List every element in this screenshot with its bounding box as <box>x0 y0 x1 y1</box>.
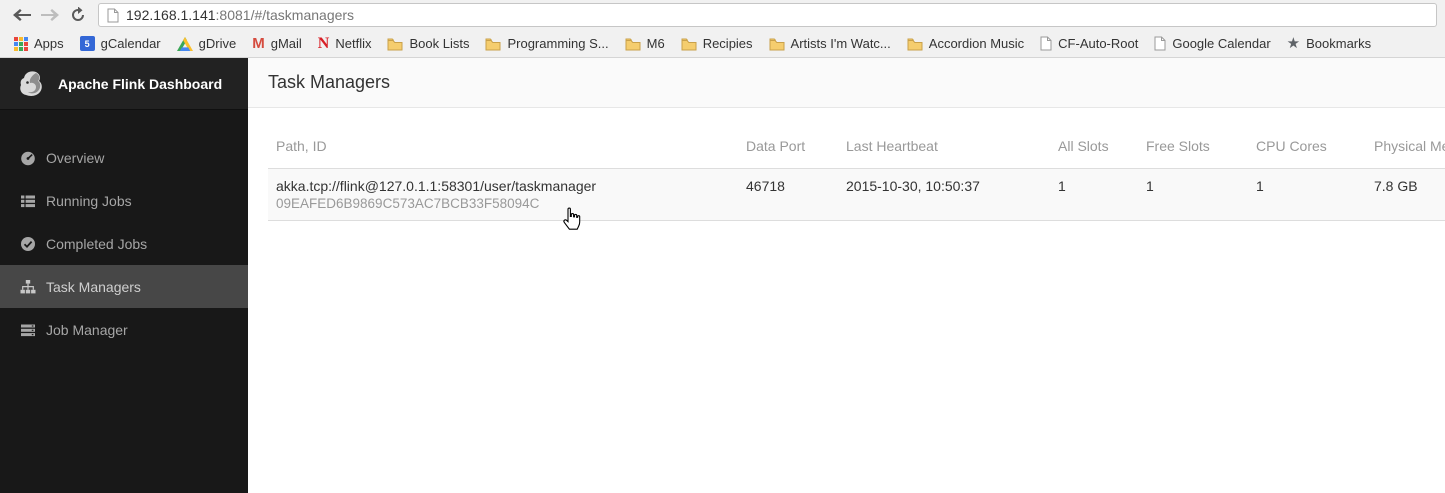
taskmanagers-table: Path, ID Data Port Last Heartbeat All Sl… <box>268 128 1445 221</box>
netflix-icon: N <box>317 34 330 52</box>
column-header-path-id: Path, ID <box>268 128 738 169</box>
cell-path-id: akka.tcp://flink@127.0.1.1:58301/user/ta… <box>268 168 738 221</box>
bookmark-label: Bookmarks <box>1306 36 1372 51</box>
bookmark-label: Book Lists <box>409 36 470 51</box>
sidebar-item-task-managers[interactable]: Task Managers <box>0 265 248 308</box>
sitemap-icon <box>20 279 36 295</box>
bookmark-label: Google Calendar <box>1172 36 1271 51</box>
reload-button[interactable] <box>64 2 92 28</box>
check-circle-icon <box>20 236 36 252</box>
bookmark-item-gmail[interactable]: M gMail <box>244 33 310 54</box>
column-header-physical-memory: Physical Memory <box>1366 128 1445 169</box>
bookmark-item-folder[interactable]: Programming S... <box>477 33 616 54</box>
bookmark-item-page[interactable]: Google Calendar <box>1146 33 1278 54</box>
folder-icon <box>485 38 501 50</box>
server-icon <box>20 322 36 338</box>
page-title: Task Managers <box>268 72 391 92</box>
sidebar-item-job-manager[interactable]: Job Manager <box>0 308 248 351</box>
bookmark-item-netflix[interactable]: N Netflix <box>310 33 380 55</box>
cell-free-slots: 1 <box>1138 168 1248 221</box>
address-bar[interactable]: 192.168.1.141:8081/#/taskmanagers <box>98 3 1437 27</box>
sidebar: Apache Flink Dashboard Overview Running … <box>0 58 248 493</box>
gmail-icon: M <box>252 35 265 52</box>
column-header-cpu-cores: CPU Cores <box>1248 128 1366 169</box>
sidebar-item-running-jobs[interactable]: Running Jobs <box>0 179 248 222</box>
reload-icon <box>72 7 84 21</box>
column-header-data-port: Data Port <box>738 128 838 169</box>
app-title: Apache Flink Dashboard <box>58 75 223 92</box>
page-icon <box>1154 36 1166 51</box>
bookmarks-bar: Apps 5 gCalendar gDrive M gMail N Netfli… <box>0 30 1445 58</box>
bookmark-item-folder[interactable]: Artists I'm Watc... <box>761 33 899 54</box>
bookmark-label: Programming S... <box>507 36 609 51</box>
dashboard-icon <box>20 150 36 166</box>
sidebar-item-completed-jobs[interactable]: Completed Jobs <box>0 222 248 265</box>
bookmark-item-page[interactable]: CF-Auto-Root <box>1032 33 1146 54</box>
bookmark-label: Artists I'm Watc... <box>790 36 891 51</box>
google-drive-icon <box>176 36 193 51</box>
bookmark-label: gDrive <box>198 36 237 51</box>
taskmanager-row[interactable]: akka.tcp://flink@127.0.1.1:58301/user/ta… <box>268 168 1445 221</box>
star-icon: ★ <box>1286 35 1301 52</box>
column-header-all-slots: All Slots <box>1050 128 1138 169</box>
folder-icon <box>681 38 697 50</box>
taskmanager-id: 09EAFED6B9869C573AC7BCB33F58094C <box>276 196 540 211</box>
bookmark-label: Recipies <box>702 36 753 51</box>
back-arrow-icon <box>13 9 31 21</box>
sidebar-item-label: Job Manager <box>46 321 128 338</box>
table-header-row: Path, ID Data Port Last Heartbeat All Sl… <box>268 128 1445 169</box>
bookmark-item-folder[interactable]: M6 <box>617 33 673 54</box>
bookmark-item-gdrive[interactable]: gDrive <box>169 33 245 54</box>
bookmark-label: M6 <box>646 36 665 51</box>
taskmanager-path: akka.tcp://flink@127.0.1.1:58301/user/ta… <box>276 178 597 194</box>
folder-icon <box>387 38 403 50</box>
url-text: 192.168.1.141:8081/#/taskmanagers <box>126 7 354 23</box>
back-button[interactable] <box>8 2 36 28</box>
bookmark-item-folder[interactable]: Book Lists <box>379 33 477 54</box>
sidebar-item-label: Completed Jobs <box>46 235 148 252</box>
main-content: Task Managers Path, ID Data Port Last He… <box>248 58 1445 493</box>
sidebar-item-label: Running Jobs <box>46 192 132 209</box>
cell-data-port: 46718 <box>738 168 838 221</box>
apps-grid-icon <box>14 36 28 51</box>
bookmark-label: gCalendar <box>100 36 161 51</box>
folder-icon <box>769 38 785 50</box>
page-icon <box>1040 36 1052 51</box>
page-header: Task Managers <box>248 58 1445 108</box>
calendar-icon: 5 <box>79 36 95 51</box>
sidebar-item-label: Task Managers <box>46 278 141 295</box>
list-icon <box>20 193 36 209</box>
bookmark-item-star[interactable]: ★ Bookmarks <box>1279 33 1379 54</box>
bookmark-label: Netflix <box>335 36 372 51</box>
bookmark-label: gMail <box>270 36 302 51</box>
url-host: 192.168.1.141 <box>126 7 216 23</box>
bookmark-label: CF-Auto-Root <box>1058 36 1139 51</box>
cell-cpu-cores: 1 <box>1248 168 1366 221</box>
bookmark-item-folder[interactable]: Accordion Music <box>899 33 1032 54</box>
bookmark-label: Apps <box>34 36 64 51</box>
folder-icon <box>625 38 641 50</box>
bookmark-label: Accordion Music <box>928 36 1025 51</box>
cell-all-slots: 1 <box>1050 168 1138 221</box>
cell-physical-memory: 7.8 GB <box>1366 168 1445 221</box>
sidebar-nav: Overview Running Jobs Completed Jobs Tas… <box>0 136 248 351</box>
sidebar-item-overview[interactable]: Overview <box>0 136 248 179</box>
bookmark-item-gcalendar[interactable]: 5 gCalendar <box>72 33 169 54</box>
bookmark-item-folder[interactable]: Recipies <box>673 33 761 54</box>
apps-shortcut[interactable]: Apps <box>6 33 72 54</box>
column-header-free-slots: Free Slots <box>1138 128 1248 169</box>
page-icon <box>107 8 119 22</box>
browser-toolbar: 192.168.1.141:8081/#/taskmanagers <box>0 0 1445 30</box>
cell-last-heartbeat: 2015-10-30, 10:50:37 <box>838 168 1050 221</box>
sidebar-header: Apache Flink Dashboard <box>0 58 248 110</box>
folder-icon <box>907 38 923 50</box>
flink-squirrel-logo <box>20 70 42 96</box>
url-path: :8081/#/taskmanagers <box>215 7 355 23</box>
forward-arrow-icon <box>41 9 59 21</box>
column-header-last-heartbeat: Last Heartbeat <box>838 128 1050 169</box>
sidebar-item-label: Overview <box>46 149 105 166</box>
forward-button[interactable] <box>36 2 64 28</box>
